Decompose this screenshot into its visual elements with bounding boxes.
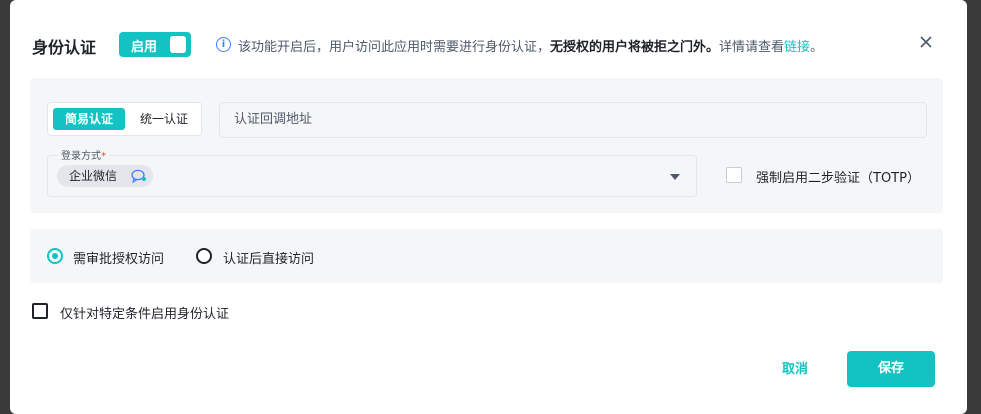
info-suffix: 详情请查看 — [719, 40, 785, 55]
enable-toggle[interactable]: 启用 — [119, 32, 191, 57]
toggle-knob — [170, 36, 186, 53]
condition-checkbox[interactable] — [32, 303, 48, 319]
login-method-label-text: 登录方式 — [61, 151, 101, 162]
radio-direct-access[interactable] — [196, 248, 212, 264]
info-text: 该功能开启后，用户访问此应用时需要进行身份认证，无授权的用户将被拒之门外。详情请… — [238, 36, 823, 55]
chevron-down-icon[interactable] — [670, 174, 680, 180]
totp-checkbox[interactable] — [726, 167, 742, 183]
radio-approval-label: 需审批授权访问 — [73, 252, 165, 267]
segment-simple-auth[interactable]: 简易认证 — [53, 108, 125, 130]
tag-label: 企业微信 — [69, 169, 118, 183]
radio-approval-access[interactable] — [47, 248, 63, 264]
radio-direct-label: 认证后直接访问 — [223, 252, 315, 267]
info-prefix: 该功能开启后，用户访问此应用时需要进行身份认证， — [238, 40, 551, 55]
required-mark: * — [101, 151, 106, 162]
cancel-button[interactable]: 取消 — [762, 352, 828, 388]
save-button[interactable]: 保存 — [847, 351, 935, 387]
toggle-label: 启用 — [131, 40, 158, 55]
wecom-chat-icon — [131, 169, 146, 183]
auth-dialog: 身份认证 启用 i 该功能开启后，用户访问此应用时需要进行身份认证，无授权的用户… — [10, 0, 967, 414]
totp-label: 强制启用二步验证（TOTP） — [756, 171, 920, 186]
auth-type-segmented: 简易认证 统一认证 — [47, 102, 202, 136]
info-end: 。 — [810, 40, 824, 55]
segment-unified-auth[interactable]: 统一认证 — [130, 108, 198, 130]
dialog-header: 身份认证 启用 i 该功能开启后，用户访问此应用时需要进行身份认证，无授权的用户… — [32, 30, 942, 60]
login-method-select[interactable]: 登录方式* 企业微信 — [47, 147, 697, 197]
access-mode-panel: 需审批授权访问 认证后直接访问 — [30, 229, 943, 283]
info-icon: i — [216, 37, 231, 52]
login-method-label: 登录方式* — [58, 147, 109, 162]
info-link[interactable]: 链接 — [784, 40, 810, 55]
condition-label: 仅针对特定条件启用身份认证 — [60, 307, 230, 322]
dialog-title: 身份认证 — [32, 38, 97, 57]
selected-tag-wecom[interactable]: 企业微信 — [57, 165, 153, 187]
info-bold: 无授权的用户将被拒之门外。 — [550, 40, 720, 55]
callback-url-input[interactable]: 认证回调地址 — [219, 102, 927, 138]
auth-config-panel: 简易认证 统一认证 认证回调地址 登录方式* 企业微信 强制启用二步验证（TOT… — [30, 78, 943, 213]
close-icon[interactable] — [916, 32, 936, 52]
